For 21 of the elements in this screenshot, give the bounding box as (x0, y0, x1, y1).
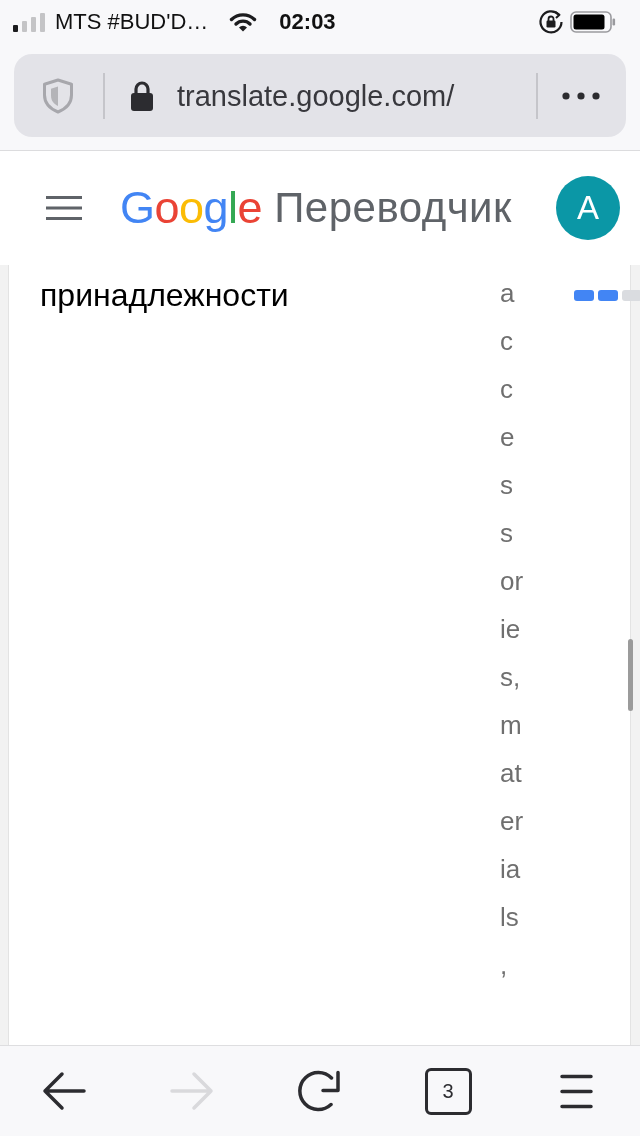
carrier-name: MTS #BUD'D… (55, 9, 209, 35)
wifi-icon (229, 12, 258, 32)
clock-time: 02:03 (279, 9, 336, 35)
scrollbar-thumb (628, 639, 633, 711)
reload-icon[interactable] (298, 1070, 342, 1112)
source-text: принадлежности (40, 277, 289, 313)
url-text: translate.google.com/ (177, 78, 455, 114)
menu-icon[interactable] (46, 196, 82, 220)
tabs-button[interactable]: 3 (424, 1067, 472, 1115)
rotation-lock-icon (538, 9, 564, 35)
more-icon[interactable] (562, 91, 600, 100)
back-arrow-icon[interactable] (42, 1071, 86, 1111)
menu-icon[interactable] (559, 1073, 593, 1109)
battery-icon (570, 11, 616, 33)
lock-icon (130, 79, 154, 112)
account-avatar[interactable]: A (556, 176, 620, 240)
translated-text: accessories, materials, (500, 277, 524, 982)
app-title: Переводчик (274, 183, 512, 233)
address-bar[interactable]: translate.google.com/ (14, 54, 626, 137)
logo-wordmark: Google (120, 182, 263, 234)
signal-icon (13, 12, 45, 32)
